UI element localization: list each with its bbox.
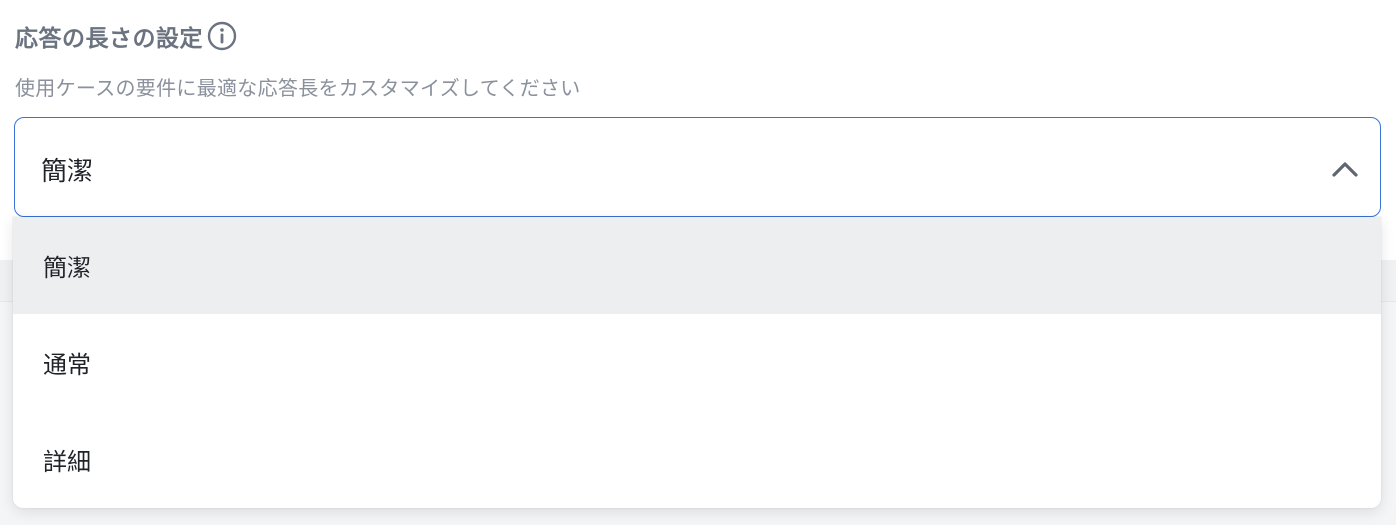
option-label: 簡潔 xyxy=(43,254,91,282)
option-detailed[interactable]: 詳細 xyxy=(13,411,1381,508)
info-circle-icon[interactable] xyxy=(207,21,237,51)
select-current-value: 簡潔 xyxy=(41,157,94,187)
response-length-settings: 応答の長さの設定 使用ケースの要件に最適な応答長をカスタマイズしてください 簡潔… xyxy=(0,0,1396,525)
option-normal[interactable]: 通常 xyxy=(13,314,1381,411)
dropdown-menu: 簡潔 通常 詳細 xyxy=(13,217,1381,508)
response-length-select[interactable]: 簡潔 xyxy=(14,117,1381,217)
chevron-up-icon[interactable] xyxy=(1330,158,1360,180)
section-subtitle: 使用ケースの要件に最適な応答長をカスタマイズしてください xyxy=(15,76,581,100)
section-title: 応答の長さの設定 xyxy=(15,26,203,52)
section-header: 応答の長さの設定 xyxy=(15,18,237,54)
option-label: 通常 xyxy=(43,351,91,379)
option-concise[interactable]: 簡潔 xyxy=(13,217,1381,314)
option-label: 詳細 xyxy=(43,448,91,476)
